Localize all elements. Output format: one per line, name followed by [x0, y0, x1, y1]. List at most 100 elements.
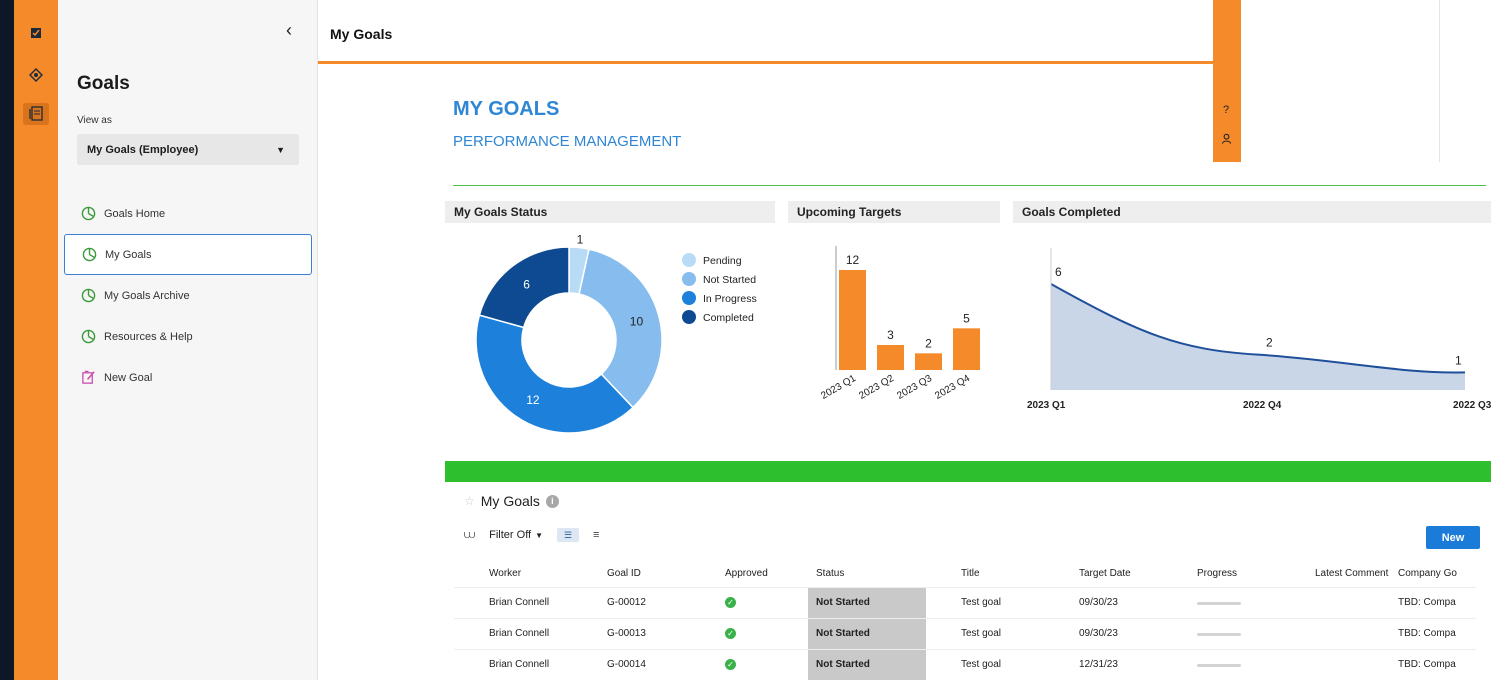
page-header: My Goals [318, 0, 1213, 64]
bar [915, 353, 942, 370]
bar [877, 345, 904, 370]
completed-area-chart: 6 2023 Q1 2 2022 Q4 1 2022 Q3 [1027, 248, 1491, 411]
legend-swatch [682, 253, 696, 267]
bar [953, 328, 980, 370]
sidebar-item-goals-home[interactable]: Goals Home [64, 193, 312, 234]
progress-bar [1197, 602, 1241, 605]
column-header-title[interactable]: Title [926, 560, 1044, 587]
goals-app-icon[interactable] [23, 64, 49, 86]
legend-swatch [682, 272, 696, 286]
column-header-company-goal[interactable]: Company Go [1398, 560, 1476, 587]
sidebar-item-label: New Goal [104, 371, 153, 384]
section-divider-bar [445, 461, 1491, 482]
sidebar-item-label: My Goals [105, 248, 152, 261]
pie-chart-icon [81, 247, 97, 263]
legend-swatch [682, 310, 696, 324]
cell-title[interactable]: Test goal [926, 617, 1044, 649]
cell-goal-id[interactable]: G-00013 [572, 617, 690, 649]
wrap-view-icon[interactable]: ≡ [593, 529, 599, 541]
column-header-latest-comment[interactable]: Latest Comment [1280, 560, 1398, 587]
column-header-progress[interactable]: Progress [1162, 560, 1280, 587]
grid-toolbar: ⩊ Filter Off ▼ ☰ ≡ [464, 528, 599, 542]
sidebar-nav: Goals Home My Goals My Goals Archive Res… [64, 193, 312, 398]
column-header-worker[interactable]: Worker [454, 560, 572, 587]
info-icon[interactable]: i [545, 494, 559, 508]
hero-divider [453, 185, 1486, 186]
cell-title[interactable]: Test goal [926, 586, 1044, 618]
grid-title-text: My Goals [480, 493, 540, 509]
legend-swatch [682, 291, 696, 305]
x-tick-label: 2023 Q1 [1027, 400, 1066, 411]
clear-filter-icon[interactable]: ⩊ [464, 529, 475, 542]
panel-header-targets: Upcoming Targets [788, 201, 1000, 223]
new-goal-button[interactable]: New [1426, 526, 1480, 549]
sidebar-item-my-goals-archive[interactable]: My Goals Archive [64, 275, 312, 316]
favorite-star-icon[interactable]: ☆ [464, 494, 475, 508]
app-logo-icon[interactable] [23, 22, 49, 44]
sidebar-item-new-goal[interactable]: New Goal [64, 357, 312, 398]
point-label: 2 [1266, 336, 1273, 350]
view-as-value: My Goals (Employee) [87, 143, 199, 156]
bar-label: 12 [846, 253, 860, 267]
cell-approved: ✓ [690, 586, 808, 618]
sidebar-item-label: Resources & Help [104, 330, 193, 343]
table-row[interactable]: Brian Connell G-00013 ✓ Not Started Test… [454, 617, 1476, 649]
column-header-approved[interactable]: Approved [690, 560, 808, 587]
area-fill [1051, 284, 1465, 390]
goals-table: Worker Goal ID Approved Status Title Tar… [454, 560, 1476, 680]
slice-label: 12 [526, 393, 540, 407]
cell-target-date: 09/30/23 [1044, 586, 1162, 618]
sidebar-item-resources-help[interactable]: Resources & Help [64, 316, 312, 357]
cell-status: Not Started [808, 617, 926, 649]
x-tick-label: 2023 Q4 [933, 373, 972, 402]
worksheet-icon[interactable] [23, 103, 49, 125]
cell-approved: ✓ [690, 617, 808, 649]
cell-status: Not Started [808, 648, 926, 680]
panel-divider [1439, 0, 1440, 162]
approved-check-icon: ✓ [725, 628, 736, 639]
new-goal-icon [80, 370, 96, 386]
filter-dropdown[interactable]: Filter Off ▼ [489, 529, 543, 541]
column-header-target-date[interactable]: Target Date [1044, 560, 1162, 587]
targets-bar-chart: 12 2023 Q1 3 2023 Q2 2 2023 Q3 5 2023 Q4 [819, 246, 980, 402]
bar-label: 2 [925, 336, 932, 350]
app-rail [14, 0, 58, 680]
cell-worker: Brian Connell [454, 586, 572, 618]
view-as-label: View as [77, 115, 112, 126]
pie-chart-icon [80, 288, 96, 304]
cell-company-goal: TBD: Compa [1398, 648, 1476, 680]
collapse-sidebar-icon[interactable]: ‹ [286, 20, 292, 41]
list-view-icon[interactable]: ☰ [557, 528, 580, 542]
column-header-goal-id[interactable]: Goal ID [572, 560, 690, 587]
cell-goal-id[interactable]: G-00012 [572, 586, 690, 618]
cell-title[interactable]: Test goal [926, 648, 1044, 680]
bar-label: 5 [963, 311, 970, 325]
cell-progress [1162, 617, 1280, 649]
table-row[interactable]: Brian Connell G-00014 ✓ Not Started Test… [454, 648, 1476, 680]
main-content: My Goals ? MY GOALS PERFORMANCE MANAGEME… [318, 0, 1491, 680]
view-as-select[interactable]: My Goals (Employee) ▼ [77, 134, 299, 165]
help-icon[interactable]: ? [1223, 104, 1229, 116]
x-tick-label: 2023 Q1 [819, 373, 858, 402]
column-header-status[interactable]: Status [808, 560, 926, 587]
cell-goal-id[interactable]: G-00014 [572, 648, 690, 680]
point-label: 6 [1055, 265, 1062, 279]
sidebar-item-my-goals[interactable]: My Goals [64, 234, 312, 275]
progress-bar [1197, 664, 1241, 668]
table-header-row: Worker Goal ID Approved Status Title Tar… [454, 560, 1476, 587]
sidebar-title: Goals [77, 73, 130, 94]
legend-label: Completed [703, 312, 754, 324]
cell-company-goal: TBD: Compa [1398, 617, 1476, 649]
slice-label: 10 [630, 314, 644, 328]
x-tick-label: 2023 Q2 [857, 373, 896, 402]
user-icon[interactable] [1221, 133, 1232, 147]
table-row[interactable]: Brian Connell G-00012 ✓ Not Started Test… [454, 586, 1476, 618]
x-tick-label: 2023 Q3 [895, 373, 934, 402]
grid-title: ☆ My Goals i [464, 493, 559, 509]
cell-target-date: 09/30/23 [1044, 617, 1162, 649]
status-donut-chart: 1 10 12 6 Pending Not Started In Progress Compl… [475, 233, 757, 434]
x-tick-label: 2022 Q3 [1453, 400, 1491, 411]
utility-bar: ? [1213, 0, 1241, 162]
panel-header-status: My Goals Status [445, 201, 775, 223]
caret-down-icon: ▼ [276, 144, 285, 155]
